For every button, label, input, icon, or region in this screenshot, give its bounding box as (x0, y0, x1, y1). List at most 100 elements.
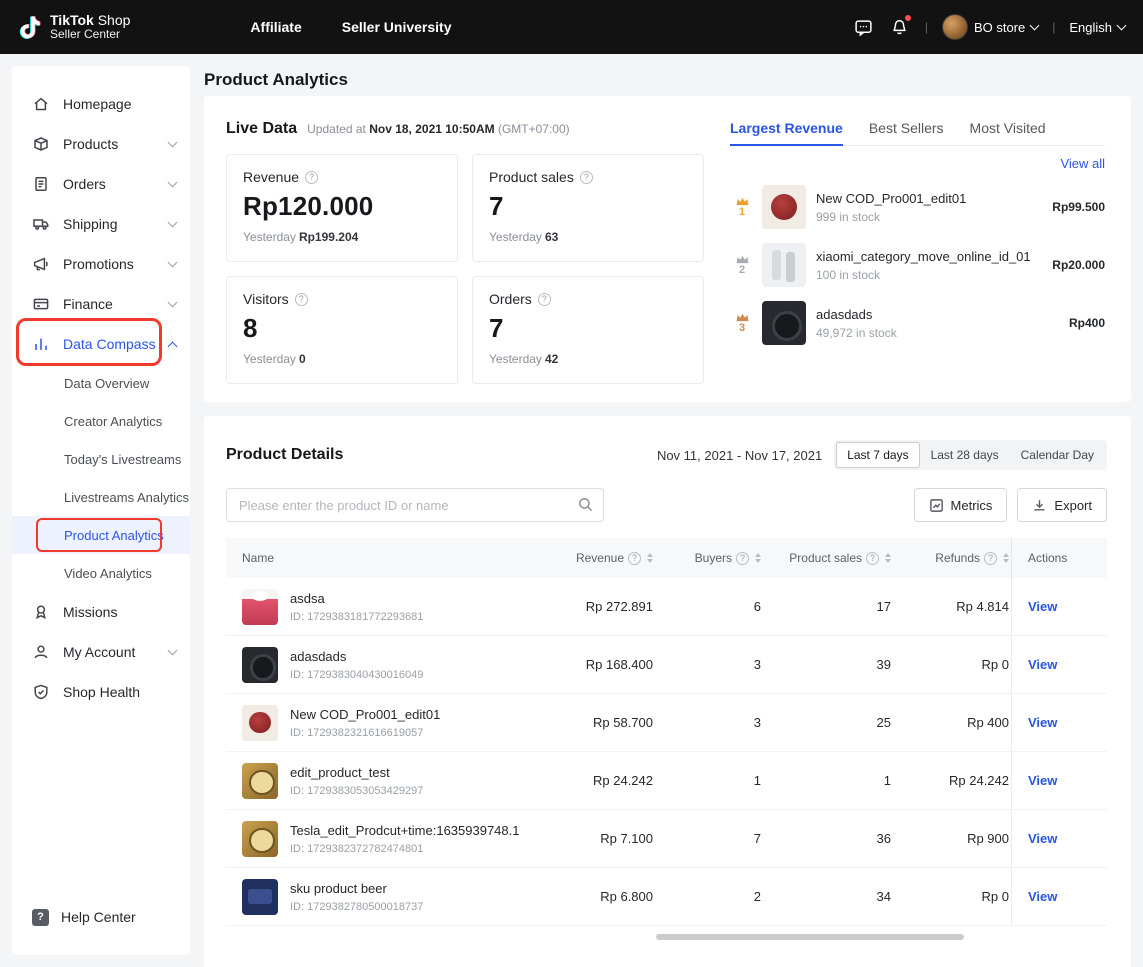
sidebar-subitem-video-analytics[interactable]: Video Analytics (12, 554, 190, 592)
sidebar-item-my-account[interactable]: My Account (12, 632, 190, 672)
sidebar-item-shop-health[interactable]: Shop Health (12, 672, 190, 712)
sort-control[interactable] (755, 553, 761, 563)
sort-control[interactable] (885, 553, 891, 563)
sidebar-item-data-compass[interactable]: Data Compass (12, 324, 190, 364)
metric-card-visitors: Visitors ? 8 Yesterday0 (226, 276, 458, 384)
range-calendar-day[interactable]: Calendar Day (1010, 442, 1105, 468)
rank-number: 2 (739, 265, 745, 276)
sidebar-subitem-todays-livestreams[interactable]: Today's Livestreams (12, 440, 190, 478)
ranking-row[interactable]: 2 xiaomi_category_move_online_id_01 100 … (730, 243, 1105, 287)
ranking-row[interactable]: 3 adasdads 49,972 in stock Rp400 (730, 301, 1105, 345)
range-last-28-days[interactable]: Last 28 days (920, 442, 1010, 468)
info-tooltip-icon[interactable]: ? (580, 171, 593, 184)
rank-crown-icon: 1 (730, 196, 754, 218)
tab-most-visited[interactable]: Most Visited (970, 120, 1046, 145)
sidebar-item-promotions[interactable]: Promotions (12, 244, 190, 284)
chevron-down-icon (1030, 21, 1040, 31)
sidebar-item-finance[interactable]: Finance (12, 284, 190, 324)
view-link[interactable]: View (1028, 831, 1057, 846)
sidebar-subitem-data-overview[interactable]: Data Overview (12, 364, 190, 402)
header-buyers: Buyers ? (655, 551, 763, 565)
sidebar-item-products[interactable]: Products (12, 124, 190, 164)
view-link[interactable]: View (1028, 715, 1057, 730)
sidebar-subitem-creator-analytics[interactable]: Creator Analytics (12, 402, 190, 440)
sidebar-label: My Account (63, 644, 156, 660)
info-tooltip-icon[interactable]: ? (628, 552, 641, 565)
ranking-product-stock: 100 in stock (816, 268, 1044, 282)
product-search (226, 488, 604, 522)
metrics-button[interactable]: Metrics (914, 488, 1008, 522)
cell-product-sales: 17 (763, 599, 893, 614)
table-row: Tesla_edit_Prodcut+time:1635939748.1 ID:… (226, 810, 1107, 868)
metric-label: Revenue (243, 169, 299, 185)
search-input[interactable] (226, 488, 604, 522)
chat-icon[interactable] (853, 16, 875, 38)
sidebar-item-help-center[interactable]: ? Help Center (12, 897, 190, 937)
info-tooltip-icon[interactable]: ? (984, 552, 997, 565)
language-label: English (1069, 20, 1112, 35)
product-id: ID: 1729383181772293681 (290, 611, 423, 623)
cell-refunds: Rp 400 (893, 715, 1011, 730)
info-tooltip-icon[interactable]: ? (538, 293, 551, 306)
tiktok-shop-logo[interactable]: TikTok Shop Seller Center (18, 13, 130, 42)
sidebar-subitem-livestreams-analytics[interactable]: Livestreams Analytics (12, 478, 190, 516)
topbar: TikTok Shop Seller Center Affiliate Sell… (0, 0, 1143, 54)
info-tooltip-icon[interactable]: ? (295, 293, 308, 306)
view-all-link[interactable]: View all (730, 156, 1105, 171)
product-id: ID: 1729382372782474801 (290, 843, 519, 855)
sort-control[interactable] (647, 553, 653, 563)
metric-value: 7 (489, 313, 687, 344)
table-header-row: Name Revenue ? Buyers ? Product sales ? (226, 538, 1107, 578)
product-image (242, 821, 278, 857)
store-menu[interactable]: BO store (942, 14, 1038, 40)
cell-revenue: Rp 6.800 (537, 889, 655, 904)
product-name: Tesla_edit_Prodcut+time:1635939748.1 (290, 822, 519, 840)
notifications-bell-icon[interactable] (889, 16, 911, 38)
sidebar-label: Shipping (63, 216, 156, 232)
cell-buyers: 1 (655, 773, 763, 788)
search-icon[interactable] (577, 496, 594, 518)
sidebar-subitem-product-analytics[interactable]: Product Analytics (12, 516, 190, 554)
view-link[interactable]: View (1028, 599, 1057, 614)
rank-number: 3 (739, 323, 745, 334)
sidebar-label: Promotions (63, 256, 156, 272)
ranking-product-stock: 999 in stock (816, 210, 1044, 224)
info-tooltip-icon[interactable]: ? (866, 552, 879, 565)
product-id: ID: 1729383040430016049 (290, 669, 423, 681)
help-question-icon: ? (32, 909, 49, 926)
product-name: New COD_Pro001_edit01 (290, 706, 440, 724)
cell-buyers: 3 (655, 715, 763, 730)
rank-number: 1 (739, 207, 745, 218)
table-row: edit_product_test ID: 172938305305342929… (226, 752, 1107, 810)
view-link[interactable]: View (1028, 773, 1057, 788)
tab-best-sellers[interactable]: Best Sellers (869, 120, 944, 145)
info-tooltip-icon[interactable]: ? (736, 552, 749, 565)
chevron-up-icon (168, 341, 178, 351)
view-link[interactable]: View (1028, 889, 1057, 904)
view-link[interactable]: View (1028, 657, 1057, 672)
sidebar-item-homepage[interactable]: Homepage (12, 84, 190, 124)
nav-seller-university[interactable]: Seller University (342, 19, 452, 35)
language-selector[interactable]: English (1069, 20, 1125, 35)
info-tooltip-icon[interactable]: ? (305, 171, 318, 184)
ranking-tabs: Largest Revenue Best Sellers Most Visite… (730, 120, 1105, 146)
cell-refunds: Rp 0 (893, 889, 1011, 904)
sidebar-item-shipping[interactable]: Shipping (12, 204, 190, 244)
sidebar-item-orders[interactable]: Orders (12, 164, 190, 204)
range-last-7-days[interactable]: Last 7 days (836, 442, 919, 468)
tab-largest-revenue[interactable]: Largest Revenue (730, 120, 843, 145)
header-refunds: Refunds ? (893, 551, 1011, 565)
logo-text: TikTok Shop Seller Center (50, 13, 130, 42)
horizontal-scrollbar[interactable] (656, 934, 964, 940)
ranking-row[interactable]: 1 New COD_Pro001_edit01 999 in stock Rp9… (730, 185, 1105, 229)
sort-control[interactable] (1003, 553, 1009, 563)
ranking-product-value: Rp99.500 (1052, 200, 1105, 214)
product-image (762, 243, 806, 287)
yesterday-value: 42 (545, 352, 558, 366)
sidebar-item-missions[interactable]: Missions (12, 592, 190, 632)
product-details-card: Product Details Nov 11, 2021 - Nov 17, 2… (204, 416, 1131, 967)
yesterday-label: Yesterday (243, 352, 296, 366)
nav-affiliate[interactable]: Affiliate (250, 19, 301, 35)
topbar-right: | BO store | English (853, 14, 1125, 40)
export-button[interactable]: Export (1017, 488, 1107, 522)
